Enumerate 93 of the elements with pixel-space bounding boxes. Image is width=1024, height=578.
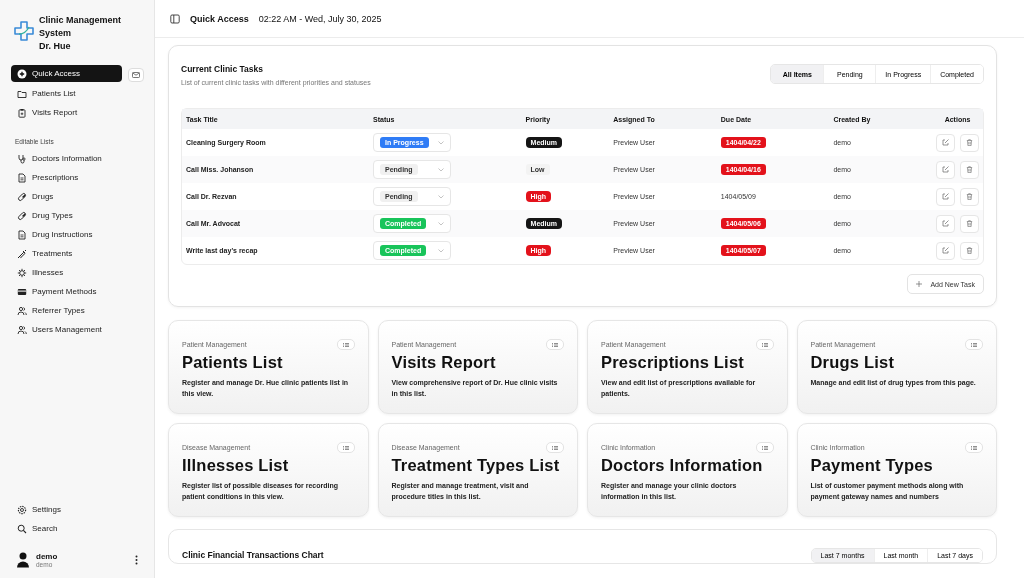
nav-item[interactable]: Payment Methods	[11, 282, 144, 301]
card-title: Patients List	[182, 353, 284, 372]
nav-item[interactable]: Drug Instructions	[11, 225, 144, 244]
credit-card-icon	[17, 286, 27, 297]
nav-item[interactable]: Drug Types	[11, 206, 144, 225]
users-icon	[17, 305, 27, 316]
chevron-icon	[438, 194, 444, 199]
list-icon	[971, 445, 977, 450]
edit-button[interactable]	[936, 187, 955, 206]
list-button[interactable]	[336, 442, 355, 453]
nav-item[interactable]: Referrer Types	[11, 301, 144, 320]
clinic-name: Dr. Hue	[39, 40, 72, 53]
chevron-icon	[438, 221, 444, 226]
pill-icon	[17, 210, 27, 221]
plus-circle-icon	[17, 68, 27, 79]
list-icon	[761, 342, 768, 347]
edit-icon	[942, 220, 949, 227]
edit-icon	[942, 166, 949, 173]
panel-title: Clinic Financial Transactions Chart	[182, 550, 324, 560]
more-icon[interactable]	[135, 555, 138, 565]
edit-button[interactable]	[936, 214, 955, 233]
card-title: Doctors Information	[601, 456, 764, 475]
nav-item[interactable]: Users Management	[11, 320, 144, 339]
card-title: Drugs List	[810, 353, 896, 372]
search-icon	[17, 523, 27, 534]
nav-item[interactable]: Patients List	[11, 84, 144, 103]
settings-icon	[17, 504, 27, 515]
clipboard-icon	[17, 107, 27, 118]
nav-item[interactable]: Treatments	[11, 244, 144, 263]
card-title: Prescriptions List	[601, 353, 745, 372]
folder-icon	[17, 88, 27, 99]
plus-icon	[916, 281, 923, 287]
document-icon	[17, 229, 27, 240]
stethoscope-icon	[17, 153, 27, 164]
chevron-icon	[438, 140, 444, 145]
list-button[interactable]	[546, 339, 564, 350]
app-title: Clinic Management System	[39, 14, 122, 40]
nav-item[interactable]: Doctors Information	[11, 149, 144, 168]
edit-icon	[942, 193, 949, 200]
trash-icon	[966, 166, 973, 173]
list-button[interactable]	[546, 442, 564, 453]
list-button[interactable]	[336, 339, 355, 350]
edit-icon	[942, 247, 949, 254]
list-button[interactable]	[755, 442, 774, 453]
chevron-icon	[438, 248, 444, 253]
nav-item[interactable]: Visits Report	[11, 103, 144, 122]
delete-button[interactable]	[960, 187, 979, 206]
nav-item[interactable]: Drugs	[11, 187, 144, 206]
nav-item[interactable]: Search	[11, 519, 144, 538]
list-icon	[971, 342, 977, 347]
medical-cross-logo	[13, 20, 35, 42]
mail-icon	[132, 71, 140, 78]
trash-icon	[966, 247, 973, 254]
mail-button[interactable]	[128, 67, 144, 82]
user-avatar-icon	[16, 552, 30, 568]
list-button[interactable]	[755, 339, 774, 350]
card-title: Treatment Types List	[391, 456, 561, 475]
delete-button[interactable]	[960, 214, 979, 233]
virus-icon	[17, 267, 27, 278]
nav-item[interactable]: Quick Access	[11, 65, 122, 82]
panel-title: Current Clinic Tasks	[181, 64, 265, 74]
trash-icon	[966, 220, 973, 227]
nav-item[interactable]: Prescriptions	[11, 168, 144, 187]
date-time: 02:22 AM - Wed, July 30, 2025	[258, 13, 382, 24]
page-title: Quick Access	[190, 13, 249, 24]
pill-icon	[17, 191, 27, 202]
list-button[interactable]	[965, 442, 983, 453]
edit-button[interactable]	[936, 133, 955, 152]
edit-button[interactable]	[936, 160, 955, 179]
nav-item[interactable]: Illnesses	[11, 263, 144, 282]
list-icon	[761, 445, 768, 450]
card-title: Payment Types	[810, 456, 934, 475]
document-icon	[17, 172, 27, 183]
delete-button[interactable]	[960, 160, 979, 179]
card-title: Illnesses List	[182, 456, 290, 475]
edit-button[interactable]	[936, 241, 955, 260]
trash-icon	[966, 139, 973, 146]
sidebar-toggle-icon[interactable]	[170, 13, 180, 24]
delete-button[interactable]	[960, 241, 979, 260]
edit-icon	[942, 139, 949, 146]
list-icon	[342, 342, 349, 347]
users-icon	[17, 324, 27, 335]
list-icon	[552, 445, 558, 450]
nav-item[interactable]: Settings	[11, 500, 144, 519]
chevron-icon	[438, 167, 444, 172]
delete-button[interactable]	[960, 133, 979, 152]
list-icon	[552, 342, 558, 347]
list-button[interactable]	[965, 339, 983, 350]
list-icon	[342, 445, 349, 450]
syringe-icon	[17, 248, 27, 259]
card-title: Visits Report	[391, 353, 497, 372]
trash-icon	[966, 193, 973, 200]
user-name: demo	[36, 552, 58, 561]
